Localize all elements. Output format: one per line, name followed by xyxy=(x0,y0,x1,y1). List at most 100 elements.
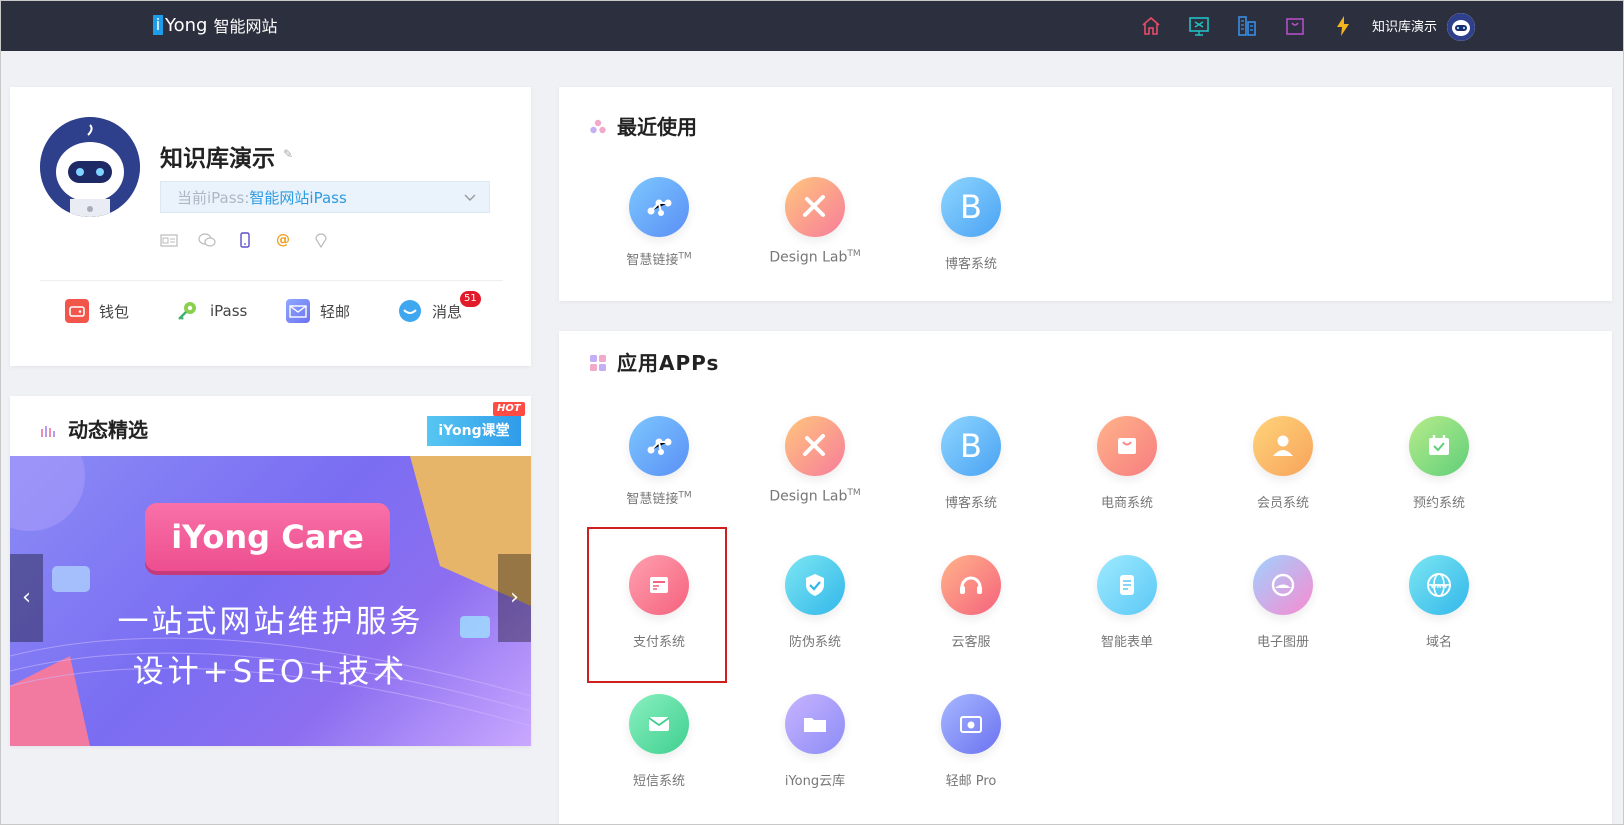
wallet-icon xyxy=(65,299,89,323)
recent-app-label: Design LabTM xyxy=(769,249,861,266)
recent-title-text: 最近使用 xyxy=(617,115,697,139)
profile-divider xyxy=(40,280,503,281)
logo-sub-text: 智能网站 xyxy=(213,17,278,36)
apps-title-text: 应用APPs xyxy=(617,351,720,375)
banner-line-1: 一站式网站维护服务 xyxy=(117,604,424,640)
app-label: 电子图册 xyxy=(1256,635,1309,650)
ipass-select[interactable]: 当前iPass: 智能网站iPass xyxy=(160,181,490,213)
app-ecommerce[interactable]: 电商系统 xyxy=(1057,416,1197,511)
banner-prev-button[interactable]: ‹ xyxy=(10,554,43,642)
nav-user-name[interactable]: 知识库演示 xyxy=(1372,16,1437,35)
quick-links: 钱包 iPass 轻邮 消息 51 xyxy=(10,291,531,329)
monitor-icon[interactable] xyxy=(1187,14,1211,38)
banner-next-button[interactable]: › xyxy=(498,554,531,642)
apps-title: 应用APPs xyxy=(589,347,719,376)
news-title: 动态精选 xyxy=(40,414,148,443)
recent-app-blog[interactable]: B 博客系统 xyxy=(901,177,1041,272)
profile-avatar[interactable] xyxy=(40,117,140,217)
promo-banner[interactable]: iYong Care 一站式网站维护服务 设计+SEO+技术 ‹ › xyxy=(10,456,531,746)
letter-b-icon: B xyxy=(941,177,1001,237)
email-at-icon[interactable]: @ xyxy=(274,231,292,249)
bar-chart-icon xyxy=(40,420,58,438)
ipass-link[interactable]: iPass xyxy=(176,299,247,323)
messages-link[interactable]: 消息 51 xyxy=(398,291,481,323)
app-blog[interactable]: B 博客系统 xyxy=(901,416,1041,511)
recent-app-label: 博客系统 xyxy=(944,257,997,272)
app-sms[interactable]: 短信系统 xyxy=(589,694,729,789)
edit-name-icon[interactable]: ✎ xyxy=(283,147,293,161)
link-nodes-icon xyxy=(629,177,689,237)
account-binding-icons: @ xyxy=(160,231,330,249)
folder-icon xyxy=(785,694,845,754)
app-smart-form[interactable]: 智能表单 xyxy=(1057,555,1197,650)
app-label: 会员系统 xyxy=(1256,496,1309,511)
calendar-check-icon xyxy=(1409,416,1469,476)
link-nodes-icon xyxy=(629,416,689,476)
ipass-select-value: 智能网站iPass xyxy=(249,188,347,207)
app-label: 域名 xyxy=(1425,635,1452,650)
top-nav-bar: i Yong 智能网站 知识库演示 xyxy=(1,1,1623,51)
svg-text:www: www xyxy=(1430,583,1448,590)
id-card-icon[interactable] xyxy=(160,231,178,249)
shopping-bag-icon[interactable] xyxy=(1283,14,1307,38)
news-title-text: 动态精选 xyxy=(68,418,148,442)
app-e-album[interactable]: 电子图册 xyxy=(1213,555,1353,650)
envelope-icon xyxy=(629,694,689,754)
headset-icon xyxy=(941,555,1001,615)
app-iyong-cloud-library[interactable]: iYong云库 xyxy=(745,694,885,789)
key-icon xyxy=(176,299,200,323)
dots-icon xyxy=(589,117,607,135)
nav-user-avatar[interactable] xyxy=(1447,13,1475,41)
app-domain[interactable]: www 域名 xyxy=(1369,555,1509,650)
logo-i-mark: i xyxy=(153,15,163,35)
grid-icon xyxy=(589,353,607,371)
app-anti-counterfeit[interactable]: 防伪系统 xyxy=(745,555,885,650)
messages-label: 消息 xyxy=(432,302,463,321)
phone-icon[interactable] xyxy=(236,231,254,249)
app-label: 电商系统 xyxy=(1100,496,1153,511)
design-tools-icon xyxy=(785,416,845,476)
recent-app-smart-link[interactable]: 智慧链接TM xyxy=(589,177,729,268)
profile-name: 知识库演示 xyxy=(160,146,275,172)
app-design-lab[interactable]: Design LabTM xyxy=(745,416,885,505)
chevron-left-icon: ‹ xyxy=(22,585,31,610)
logo-brand-text: Yong xyxy=(165,14,208,36)
app-label: 防伪系统 xyxy=(788,635,841,650)
design-tools-icon xyxy=(785,177,845,237)
app-label: 博客系统 xyxy=(944,496,997,511)
recent-app-design-lab[interactable]: Design LabTM xyxy=(745,177,885,266)
home-icon[interactable] xyxy=(1139,14,1163,38)
app-cloud-service[interactable]: 云客服 xyxy=(901,555,1041,650)
hot-badge: HOT xyxy=(493,402,525,416)
iyong-course-button[interactable]: iYong课堂 xyxy=(427,416,521,446)
mail-info-icon xyxy=(941,694,1001,754)
wallet-label: 钱包 xyxy=(99,302,130,321)
chevron-right-icon: › xyxy=(510,585,519,610)
document-icon xyxy=(1097,555,1157,615)
site-logo[interactable]: i Yong 智能网站 xyxy=(153,13,277,37)
building-icon[interactable] xyxy=(1235,14,1259,38)
app-label: iYong云库 xyxy=(784,774,846,789)
nav-icon-group xyxy=(1139,14,1355,38)
lightning-icon[interactable] xyxy=(1331,14,1355,38)
app-label: Design LabTM xyxy=(769,488,861,505)
message-count-badge: 51 xyxy=(460,291,481,307)
wechat-icon[interactable] xyxy=(198,231,216,249)
app-label: 云客服 xyxy=(951,635,991,650)
app-label: 智能表单 xyxy=(1100,635,1153,650)
recent-title: 最近使用 xyxy=(589,111,697,140)
app-membership[interactable]: 会员系统 xyxy=(1213,416,1353,511)
mail-icon xyxy=(286,299,310,323)
app-booking[interactable]: 预约系统 xyxy=(1369,416,1509,511)
location-pin-icon[interactable] xyxy=(312,231,330,249)
banner-line-2: 设计+SEO+技术 xyxy=(132,654,409,690)
light-mail-link[interactable]: 轻邮 xyxy=(286,299,350,323)
app-label: 短信系统 xyxy=(632,774,685,789)
app-light-mail-pro[interactable]: 轻邮 Pro xyxy=(901,694,1041,789)
wallet-link[interactable]: 钱包 xyxy=(65,299,129,323)
banner-headline: iYong Care xyxy=(145,503,390,571)
news-card: 动态精选 iYong课堂 HOT iYong Care 一站式网站维护服务 设计… xyxy=(10,396,531,746)
chevron-down-icon xyxy=(464,194,476,201)
user-icon xyxy=(1253,416,1313,476)
app-smart-link[interactable]: 智慧链接TM xyxy=(589,416,729,507)
